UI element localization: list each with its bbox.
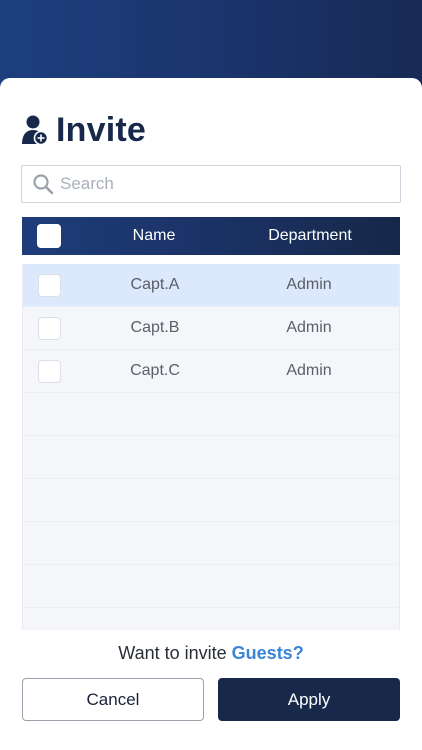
row-checkbox[interactable] — [38, 359, 61, 383]
row-department: Admin — [286, 276, 332, 293]
empty-row — [23, 479, 399, 522]
search-icon — [33, 174, 54, 195]
invite-guests-text: Want to invite — [118, 643, 232, 663]
search-box[interactable] — [21, 165, 401, 203]
empty-row — [23, 522, 399, 565]
empty-row — [23, 436, 399, 479]
row-checkbox[interactable] — [38, 316, 61, 340]
search-input[interactable] — [60, 174, 380, 194]
row-name: Capt.A — [130, 276, 180, 293]
table-row[interactable]: Capt.A Admin — [23, 264, 399, 307]
row-name: Capt.B — [130, 319, 180, 336]
table-row[interactable]: Capt.C Admin — [23, 350, 399, 393]
invite-guests-prompt: Want to invite Guests? — [0, 643, 422, 664]
column-header-department[interactable]: Department — [250, 227, 370, 245]
empty-row — [23, 565, 399, 608]
empty-row — [23, 393, 399, 436]
row-name: Capt.C — [130, 362, 180, 379]
table-header: Name Department — [22, 217, 400, 255]
column-header-name[interactable]: Name — [104, 227, 204, 245]
row-department: Admin — [286, 319, 332, 336]
table-body: Capt.A Admin Capt.B Admin Capt.C Admin — [22, 264, 400, 630]
invite-guests-link[interactable]: Guests? — [232, 643, 304, 663]
cancel-button[interactable]: Cancel — [22, 678, 204, 721]
header: Invite — [22, 110, 146, 150]
add-user-icon — [22, 115, 48, 145]
table-row[interactable]: Capt.B Admin — [23, 307, 399, 350]
page-title: Invite — [56, 110, 147, 149]
select-all-checkbox[interactable] — [37, 224, 61, 248]
row-checkbox[interactable] — [38, 273, 61, 297]
apply-button[interactable]: Apply — [218, 678, 400, 721]
row-department: Admin — [286, 362, 332, 379]
